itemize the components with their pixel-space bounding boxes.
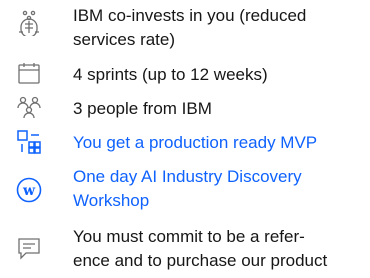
svg-text:w: w [22,183,36,199]
chat-bubble-icon [16,236,42,262]
list-item-text: 4 sprints (up to 12 weeks) [73,65,268,84]
workshop-w-icon: w [16,177,42,203]
workshop-link[interactable]: One day AI Industry Discovery Workshop [73,165,363,213]
list-item-text: 3 people from IBM [73,99,212,118]
mvp-link[interactable]: You get a production ready MVP [73,131,363,155]
co-invest-icon [16,10,42,36]
people-group-icon [16,94,42,120]
list-item-text: You must commit to be a refer- ence and … [73,227,328,270]
mvp-blocks-icon [16,129,42,155]
list-item-text: IBM co-invests in you (reduced services … [73,6,307,49]
calendar-icon [16,61,42,87]
benefits-list: IBM co-invests in you (reduced services … [0,0,370,278]
